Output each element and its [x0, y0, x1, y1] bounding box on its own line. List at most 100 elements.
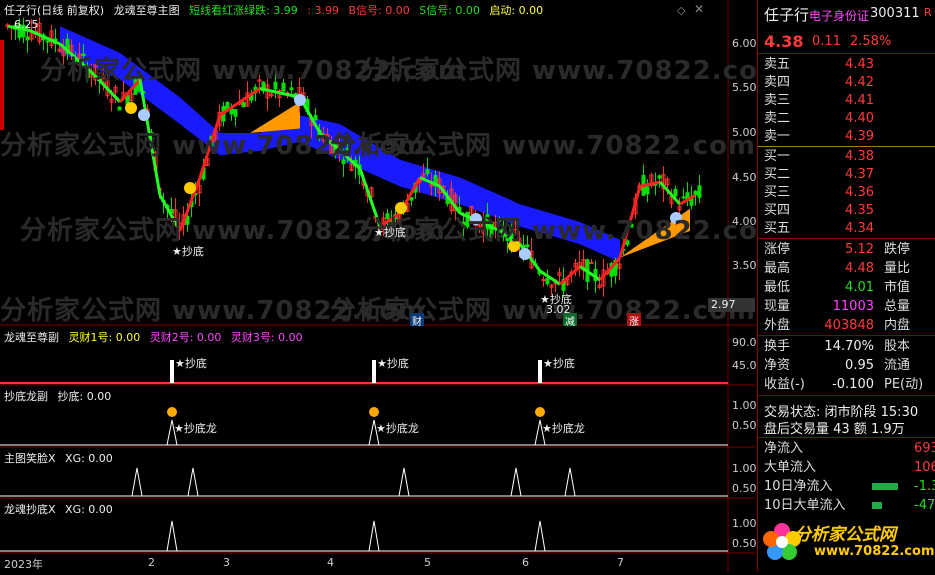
sub1-bar [170, 360, 174, 383]
indicator-name[interactable]: 龙魂至尊主图 [114, 4, 180, 17]
candle-body [589, 261, 594, 264]
sub1-bar [538, 360, 542, 383]
bid-row[interactable]: 买四 4.35 [764, 202, 934, 219]
sub3-title: 主图笑脸X XG: 0.00 [4, 450, 119, 466]
bid-row[interactable]: 买二 4.37 [764, 166, 934, 183]
flow-bar [872, 483, 898, 490]
candle-body [25, 36, 30, 41]
tag-start: 启动: 0.00 [489, 4, 544, 17]
fin-row-label: 换手 [764, 339, 791, 354]
stat-row-label2: 跌停 [884, 242, 911, 257]
x-axis-label: 2 [148, 556, 155, 569]
tag-b-signal: B信号: 0.00 [348, 4, 410, 17]
candle-body [45, 40, 50, 43]
ask-row[interactable]: 卖一 4.39 [764, 128, 934, 145]
sub1-tag3: 灵财3号: 0.00 [230, 331, 303, 344]
bid-row-label: 买四 [764, 203, 791, 218]
sub2-name[interactable]: 抄底龙副 [4, 390, 48, 403]
fin-row: 净资 0.95 流通 [764, 357, 934, 374]
stat-row-label2: 量比 [884, 261, 911, 276]
ask-row[interactable]: 卖四 4.42 [764, 74, 934, 91]
flow-label: 大单流入 [764, 460, 817, 475]
sub3-tag1: XG: 0.00 [65, 452, 113, 465]
fin-row-label2: 股本 [884, 339, 911, 354]
sub1-name[interactable]: 龙魂至尊副 [4, 331, 59, 344]
ask-row-value: 4.39 [845, 129, 874, 144]
last-price: 4.38 [764, 32, 804, 51]
stat-row-label: 外盘 [764, 318, 791, 333]
sub3-spike [398, 467, 410, 497]
fin-row-label: 净资 [764, 358, 791, 373]
stat-row-label: 最低 [764, 280, 791, 295]
sub3-spike [564, 467, 576, 497]
sub1-label: ★抄底 [543, 357, 575, 370]
sub4-name[interactable]: 龙魂抄底X [4, 503, 56, 516]
sector[interactable]: 电子身份证 [809, 9, 869, 23]
sub1-tag1: 灵财1号: 0.00 [68, 331, 141, 344]
ask-row[interactable]: 卖二 4.40 [764, 110, 934, 127]
stat-row-value: 403848 [824, 318, 874, 333]
chart-area[interactable]: 分析家公式网 www.70822.com 分析家公式网 www.70822.co… [0, 0, 785, 572]
ask-row-label: 卖二 [764, 111, 791, 126]
flow-value: 693 [914, 441, 935, 456]
stat-row: 外盘 403848 内盘 [764, 317, 934, 334]
fin-row-label2: 流通 [884, 358, 911, 373]
ask-row[interactable]: 卖五 4.43 [764, 56, 934, 73]
candle-body [425, 169, 430, 175]
sub1-title: 龙魂至尊副 灵财1号: 0.00 灵财2号: 0.00 灵财3号: 0.00 [4, 329, 309, 345]
quote-header: 任子行电子身份证 [764, 4, 869, 25]
bid-row[interactable]: 买一 4.38 [764, 148, 934, 165]
flow-row: 10日净流入 -1.3 [764, 478, 935, 495]
watermark: 分析家公式网 www.70822.com [330, 131, 757, 161]
ask-row[interactable]: 卖三 4.41 [764, 92, 934, 109]
ask-row-label: 卖三 [764, 93, 791, 108]
sub2-label: ★抄底龙 [174, 422, 217, 435]
stat-row: 涨停 5.12 跌停 [764, 241, 934, 258]
ask-row-value: 4.41 [845, 93, 874, 108]
price-axis-label: 4.00 [732, 215, 757, 228]
stock-title: 任子行(日线 前复权) [4, 4, 105, 17]
low-price-marker: 2.97 [708, 298, 755, 312]
x-axis-label: 2023年 [4, 558, 43, 571]
ask-row-label: 卖四 [764, 75, 791, 90]
sub2-label: ★抄底龙 [376, 422, 419, 435]
sub2-axis: 1.00 [732, 399, 757, 412]
flow-row: 净流入 693 [764, 440, 935, 457]
r-flag: R [924, 6, 932, 19]
sub3-name[interactable]: 主图笑脸X [4, 452, 56, 465]
sub2-tag1: 抄底: 0.00 [57, 390, 112, 403]
flow-label: 10日净流入 [764, 479, 833, 494]
frown-icon [519, 248, 531, 260]
stat-row-label2: 内盘 [884, 318, 911, 333]
bid-row-label: 买五 [764, 221, 791, 236]
stock-code: 300311 [870, 6, 920, 21]
flow-row: 大单流入 106 [764, 459, 935, 476]
badge-zhang[interactable]: 涨 [627, 313, 641, 328]
badge-jian[interactable]: 减 [563, 313, 577, 328]
chaodi-label: ★抄底 [540, 293, 572, 306]
sub3-spike [187, 467, 199, 497]
fin-row-value: 0.95 [845, 358, 874, 373]
price-axis-label: 3.50 [732, 259, 757, 272]
candle-body [697, 185, 702, 198]
bid-row[interactable]: 买三 4.36 [764, 184, 934, 201]
sub1-tag2: 灵财2号: 0.00 [149, 331, 222, 344]
watermark: 分析家公式网 www.70822.com [360, 216, 787, 246]
fin-row: 换手 14.70% 股本 [764, 338, 934, 355]
stat-row-value: 11003 [832, 299, 874, 314]
bid-row[interactable]: 买五 4.34 [764, 220, 934, 237]
sub4-spike [166, 520, 178, 552]
sub4-axis: 1.00 [732, 517, 757, 530]
diamond-icon[interactable]: ◇ [677, 4, 685, 17]
candle-body [289, 87, 294, 91]
high-price-label: 6.25 [14, 18, 39, 31]
candle-body [545, 278, 550, 285]
stat-row-label: 最高 [764, 261, 791, 276]
close-icon[interactable]: ✕ [694, 2, 704, 16]
candle-body [541, 279, 546, 282]
sub3-axis: 1.00 [732, 462, 757, 475]
stat-row-label: 现量 [764, 299, 791, 314]
badge-cai[interactable]: 财 [410, 313, 424, 328]
bid-row-value: 4.36 [845, 185, 874, 200]
x-axis-label: 6 [522, 556, 529, 569]
